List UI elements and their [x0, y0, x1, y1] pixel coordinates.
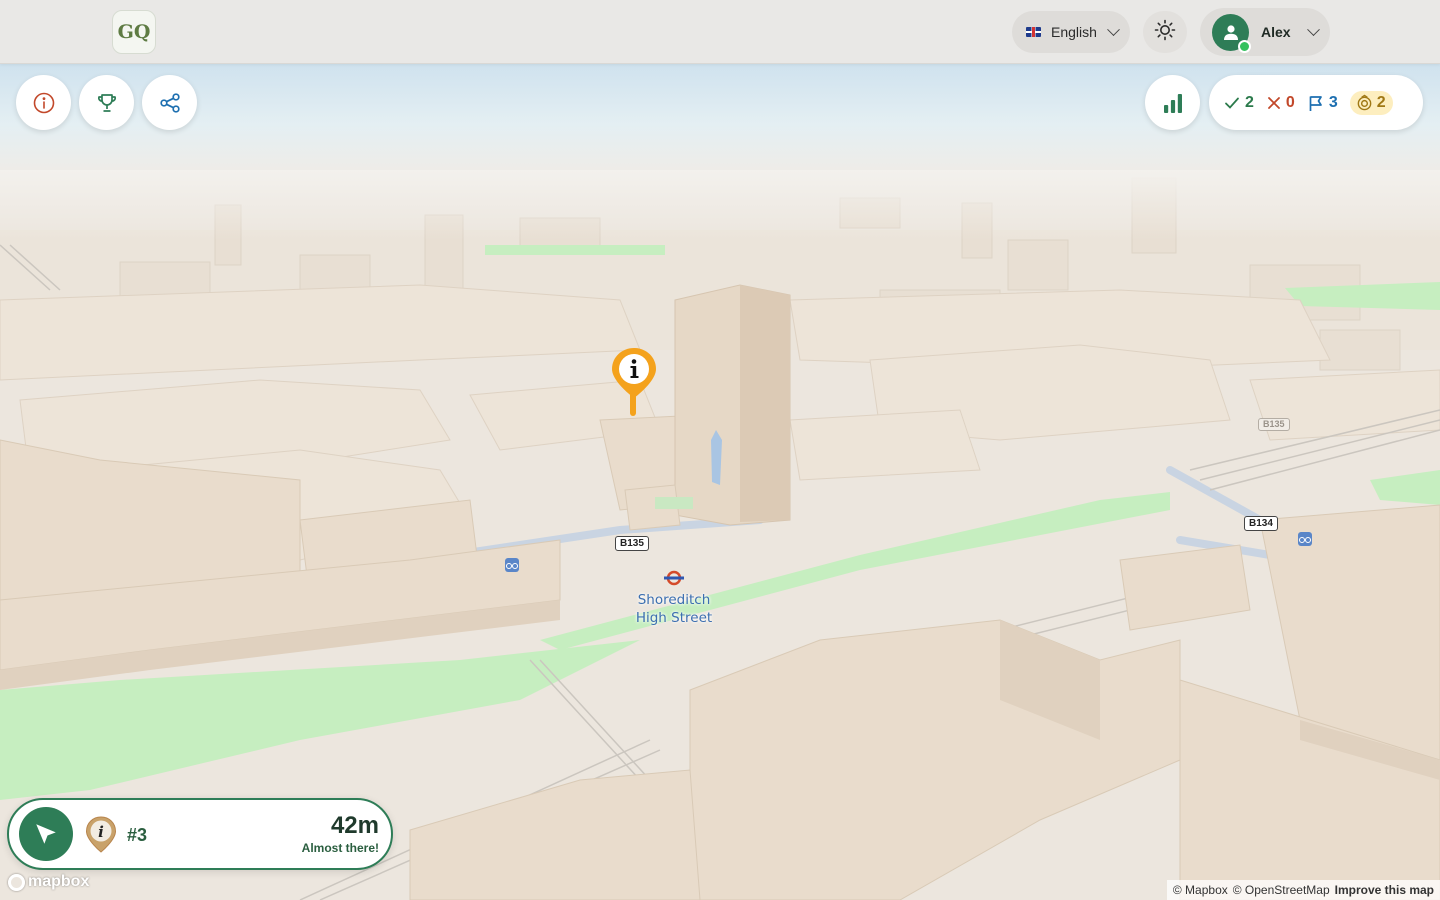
user-icon: [1223, 25, 1238, 40]
navigation-arrow-icon: [36, 824, 56, 844]
correct-value: 2: [1245, 93, 1254, 111]
chevron-down-icon: [1306, 22, 1320, 36]
coin-value: 2: [1376, 93, 1386, 111]
sun-icon: [1153, 18, 1177, 47]
share-icon: [159, 92, 180, 113]
score-panel: 2 0 3 2: [1209, 75, 1423, 130]
avatar: [1212, 13, 1251, 53]
mapbox-logo[interactable]: mapbox: [8, 873, 89, 891]
mapbox-logo-icon: [8, 873, 25, 891]
language-label: English: [1051, 24, 1097, 40]
wrong-count: 0: [1266, 94, 1295, 112]
road-label-b135-far: B135: [1258, 418, 1290, 431]
map-attribution: © Mapbox © OpenStreetMap Improve this ma…: [1166, 880, 1440, 900]
coin-count: 2: [1349, 90, 1393, 115]
poi-number: #3: [127, 825, 148, 845]
road-label-b134: B134: [1244, 516, 1278, 531]
station-name-line2: High Street: [635, 610, 713, 626]
user-menu[interactable]: Alex: [1200, 8, 1330, 56]
stats-button[interactable]: [1145, 75, 1200, 130]
attribution-mapbox-link[interactable]: © Mapbox: [1173, 883, 1228, 897]
leaderboard-button[interactable]: [79, 75, 134, 130]
language-selector[interactable]: English: [1012, 11, 1130, 53]
trophy-icon: [97, 93, 116, 112]
x-icon: [1268, 96, 1280, 109]
svg-text:i: i: [98, 823, 104, 841]
distance-status: Almost there!: [301, 841, 379, 855]
mapbox-logo-text: mapbox: [28, 873, 90, 890]
share-button[interactable]: [142, 75, 197, 130]
check-icon: [1225, 97, 1239, 109]
distance-value: 42m: [330, 812, 379, 839]
chevron-down-icon: [1107, 22, 1120, 36]
wrong-value: 0: [1285, 93, 1295, 111]
info-button[interactable]: [16, 75, 71, 130]
station-name-line1: Shoreditch: [637, 592, 711, 608]
user-name: Alex: [1261, 24, 1291, 40]
online-status-dot: [1238, 39, 1251, 53]
app-logo[interactable]: GQ: [112, 10, 156, 54]
bar-chart-icon: [1163, 93, 1182, 113]
theme-toggle-button[interactable]: [1143, 11, 1187, 53]
flag-icon: [1309, 95, 1322, 111]
info-icon: [33, 92, 54, 113]
map-canvas[interactable]: [0, 0, 1440, 900]
distance-card[interactable]: i #3 42m Almost there!: [7, 798, 393, 870]
info-pin-icon[interactable]: [610, 346, 658, 418]
correct-count: 2: [1223, 94, 1254, 112]
station-label[interactable]: Shoreditch High Street: [614, 591, 734, 627]
top-bar: GQ English Alex: [0, 0, 1440, 64]
app-logo-text: GQ: [117, 21, 151, 43]
poi-pin-icon: i: [85, 816, 117, 859]
flag-count: 3: [1307, 94, 1338, 112]
flag-value: 3: [1328, 93, 1338, 111]
navigate-button[interactable]: [19, 807, 73, 861]
improve-map-link[interactable]: Improve this map: [1335, 883, 1434, 897]
uk-flag-icon: [1026, 27, 1041, 37]
attribution-osm-link[interactable]: © OpenStreetMap: [1233, 883, 1330, 897]
coin-icon: [1357, 94, 1372, 111]
road-label-b135: B135: [615, 536, 649, 551]
